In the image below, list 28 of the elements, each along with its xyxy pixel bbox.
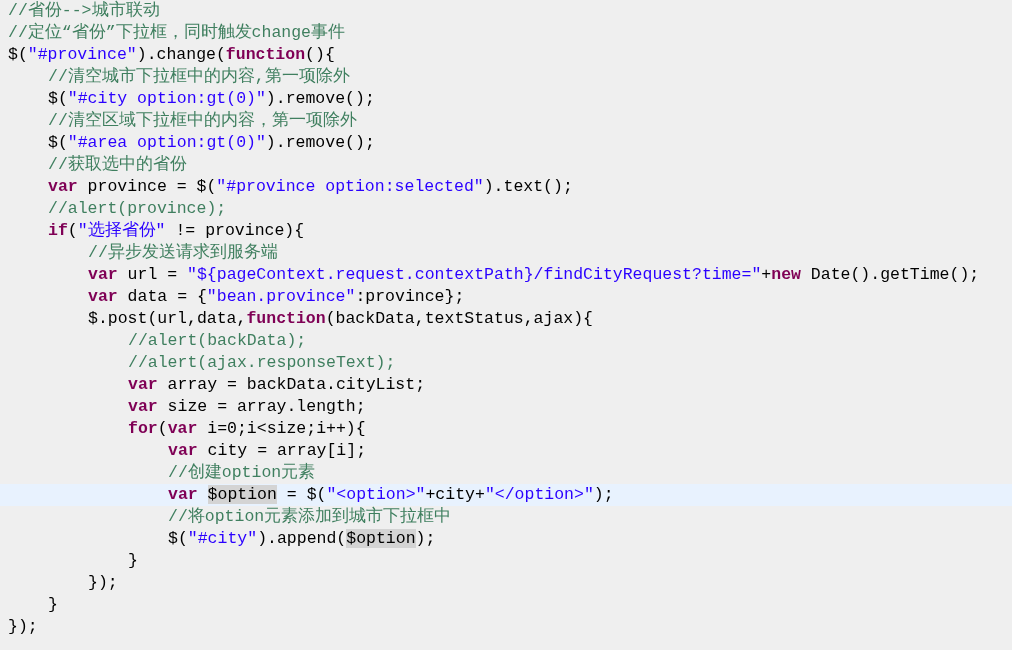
code-line: //异步发送请求到服务端 (87, 242, 279, 264)
code-line: }); (7, 616, 39, 638)
code-line: var size = array.length; (127, 396, 367, 418)
code-line: if("选择省份" != province){ (47, 220, 306, 242)
code-line: //alert(ajax.responseText); (127, 352, 397, 374)
code-line: //省份-->城市联动 (7, 0, 161, 22)
code-line: //alert(province); (47, 198, 228, 220)
code-line: //alert(backData); (127, 330, 308, 352)
code-line: } (127, 550, 139, 572)
code-line: //创建option元素 (167, 462, 317, 484)
code-line: //定位“省份”下拉框，同时触发change事件 (7, 22, 347, 44)
code-line: for(var i=0;i<size;i++){ (127, 418, 367, 440)
code-line: $("#province").change(function(){ (7, 44, 336, 66)
code-line: var province = $("#province option:selected").text(); (47, 176, 574, 198)
code-line: $("#city").append($option); (167, 528, 437, 550)
code-line: }); (87, 572, 119, 594)
code-line: var data = {"bean.province":province}; (87, 286, 466, 308)
code-line: $("#city option:gt(0)").remove(); (47, 88, 376, 110)
code-line: } (47, 594, 59, 616)
code-line: $("#area option:gt(0)").remove(); (47, 132, 376, 154)
code-line: //清空区域下拉框中的内容，第一项除外 (47, 110, 358, 132)
code-line: var url = "${pageContext.request.contextPath}/findCityRequest?time="+new Date().getTime(); (87, 264, 981, 286)
code-line: //将option元素添加到城市下拉框中 (167, 506, 453, 528)
code-line: var array = backData.cityList; (127, 374, 427, 396)
code-line: //获取选中的省份 (47, 154, 188, 176)
code-line: var city = array[i]; (167, 440, 368, 462)
code-line: //清空城市下拉框中的内容,第一项除外 (47, 66, 351, 88)
code-line: $.post(url,data,function(backData,textStatus,ajax){ (87, 308, 594, 330)
